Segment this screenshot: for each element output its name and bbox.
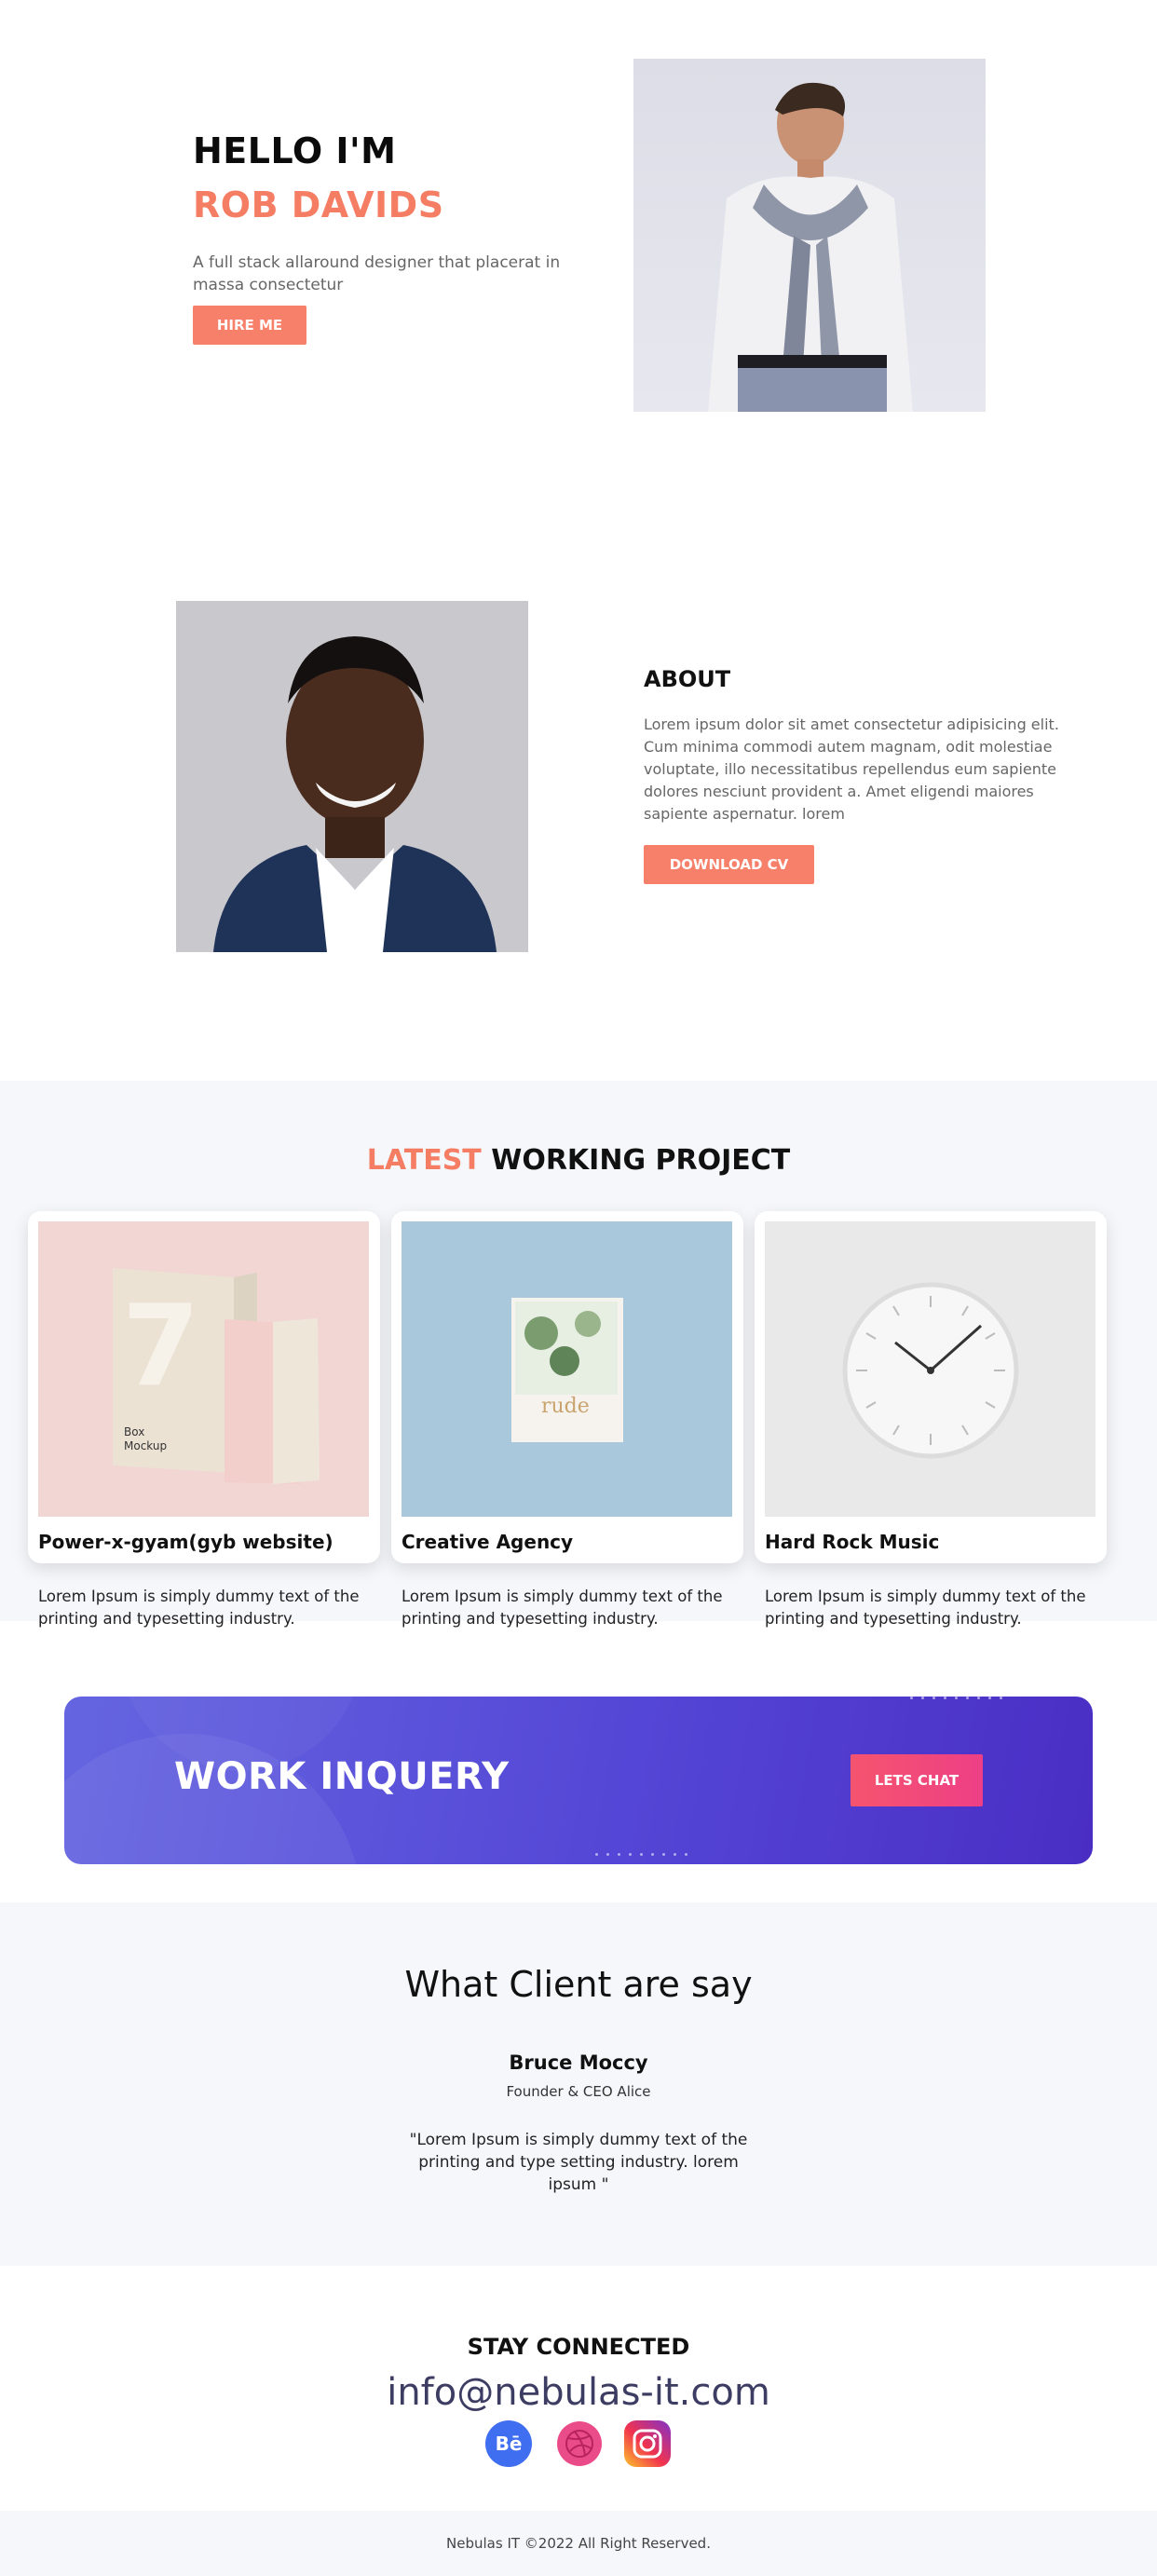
project-title: Hard Rock Music — [765, 1531, 940, 1553]
behance-glyph: Bē — [496, 2433, 523, 2455]
project-title: Power-x-gyam(gyb website) — [38, 1531, 333, 1553]
box-number-text: 7 — [122, 1282, 200, 1411]
dribbble-icon[interactable] — [556, 2420, 603, 2467]
hire-me-button[interactable]: HIRE ME — [193, 306, 306, 345]
download-cv-button[interactable]: DOWNLOAD CV — [644, 845, 814, 884]
hero-section: HELLO I'M ROB DAVIDS A full stack allaro… — [0, 0, 1157, 503]
project-image-book: rude — [402, 1221, 732, 1517]
testimonial-section: What Client are say Bruce Moccy Founder … — [0, 1902, 1157, 2266]
book-title-text: rude — [541, 1395, 590, 1418]
client-quote: "Lorem Ipsum is simply dummy text of the… — [409, 2131, 748, 2194]
contact-email-link[interactable]: info@nebulas-it.com — [0, 2371, 1157, 2414]
lets-chat-button[interactable]: LETS CHAT — [851, 1754, 983, 1806]
client-role: Founder & CEO Alice — [506, 2083, 651, 2100]
projects-title-highlight: LATEST — [366, 1144, 482, 1177]
project-description: Lorem Ipsum is simply dummy text of the … — [765, 1588, 1086, 1628]
work-inquiry-banner: WORK INQUERY LETS CHAT — [64, 1697, 1093, 1864]
footer: Nebulas IT ©2022 All Right Reserved. — [0, 2511, 1157, 2576]
project-description: Lorem Ipsum is simply dummy text of the … — [402, 1588, 723, 1628]
work-inquiry-title: WORK INQUERY — [174, 1755, 510, 1798]
decorative-dots — [595, 1853, 687, 1856]
box-label-a: Box — [124, 1425, 144, 1438]
project-card[interactable]: rude Creative Agency Lorem Ipsum is simp… — [391, 1211, 743, 1628]
project-image-clock — [765, 1221, 1096, 1517]
project-title: Creative Agency — [402, 1531, 574, 1553]
decorative-dots — [910, 1697, 1002, 1699]
projects-title: LATEST WORKING PROJECT — [0, 1144, 1157, 1177]
instagram-icon[interactable] — [624, 2420, 671, 2467]
about-portrait-image — [176, 601, 528, 952]
box-label-b: Mockup — [124, 1439, 167, 1452]
project-card[interactable]: 7 Box Mockup Power-x-gyam(gyb website) L… — [28, 1211, 380, 1628]
project-description: Lorem Ipsum is simply dummy text of the … — [38, 1588, 360, 1628]
behance-icon[interactable]: Bē — [485, 2420, 532, 2467]
hero-portrait-image — [633, 59, 986, 412]
hero-description: A full stack allaround designer that pla… — [193, 253, 561, 294]
client-name: Bruce Moccy — [509, 2051, 648, 2074]
testimonial-title: What Client are say — [404, 1964, 753, 2005]
hero-greeting: HELLO I'M — [193, 130, 397, 171]
stay-connected-title: STAY CONNECTED — [467, 2334, 690, 2360]
footer-copyright: Nebulas IT ©2022 All Right Reserved. — [446, 2535, 711, 2552]
project-image-box-mockup: 7 Box Mockup — [38, 1221, 369, 1517]
about-text: Lorem ipsum dolor sit amet consectetur a… — [644, 716, 1059, 823]
hero-name: ROB DAVIDS — [193, 184, 444, 225]
projects-title-rest: WORKING PROJECT — [491, 1144, 791, 1177]
project-card[interactable]: Hard Rock Music Lorem Ipsum is simply du… — [755, 1211, 1107, 1628]
about-title: ABOUT — [644, 666, 731, 692]
projects-section: LATEST WORKING PROJECT 7 Box Mockup Powe… — [0, 1081, 1157, 1628]
